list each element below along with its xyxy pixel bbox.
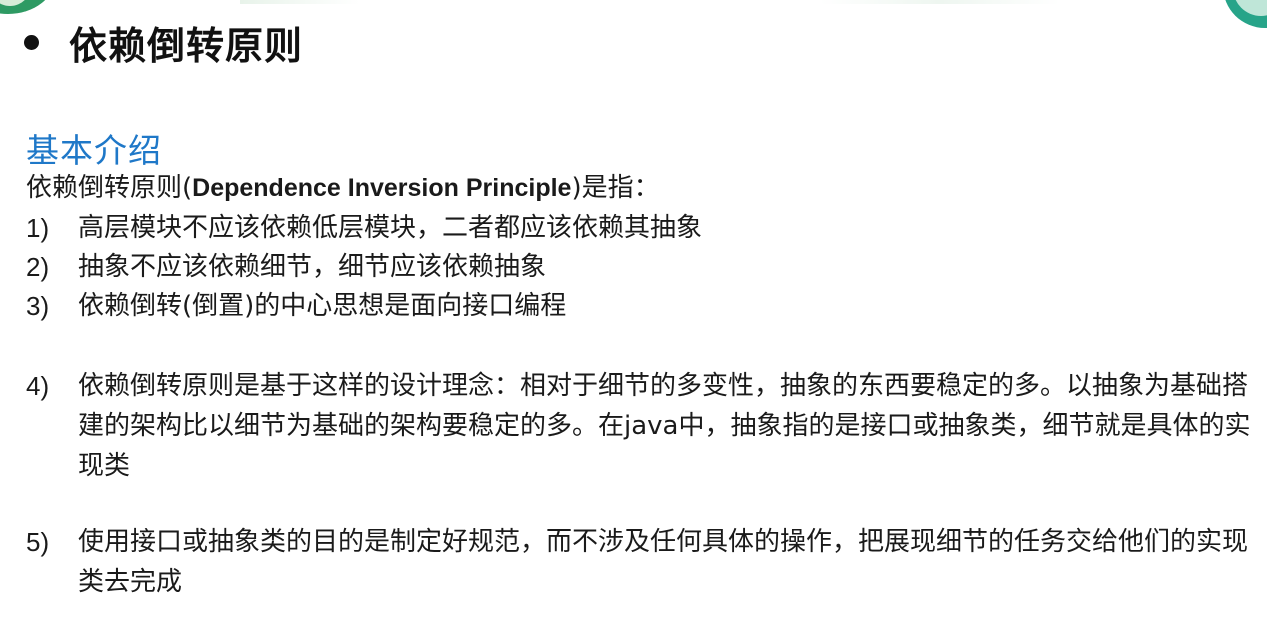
list-item-number: 1) [26, 213, 50, 243]
list-item-text: 使用接口或抽象类的目的是制定好规范，而不涉及任何具体的操作，把展现细节的任务交给… [78, 527, 1249, 597]
list-item: 3) 依赖倒转(倒置)的中心思想是面向接口编程 [26, 286, 1258, 326]
list-item-text: 高层模块不应该依赖低层模块，二者都应该依赖其抽象 [78, 213, 703, 243]
intro-prefix: 依赖倒转原则( [26, 173, 193, 203]
title-row: 依赖倒转原则 [20, 14, 303, 70]
list-item-text: 抽象不应该依赖细节，细节应该依赖抽象 [78, 252, 547, 282]
list-item-number: 4) [26, 371, 50, 401]
intro-suffix: )是指： [571, 173, 660, 203]
list-item-text: 依赖倒转原则是基于这样的设计理念：相对于细节的多变性，抽象的东西要稳定的多。以抽… [78, 371, 1251, 481]
intro-line: 依赖倒转原则(Dependence Inversion Principle)是指… [26, 168, 660, 208]
top-decoration-line [240, 0, 360, 4]
top-decoration-line-right [820, 0, 1060, 4]
list-item-text: 依赖倒转(倒置)的中心思想是面向接口编程 [78, 291, 567, 321]
list-item-number: 3) [26, 291, 50, 321]
section-heading: 基本介绍 [26, 131, 162, 170]
list-item: 5) 使用接口或抽象类的目的是制定好规范，而不涉及任何具体的操作，把展现细节的任… [26, 522, 1258, 602]
list-item: 2) 抽象不应该依赖细节，细节应该依赖抽象 [26, 247, 1258, 287]
slide-title: 依赖倒转原则 [69, 23, 304, 68]
list-item: 4) 依赖倒转原则是基于这样的设计理念：相对于细节的多变性，抽象的东西要稳定的多… [26, 366, 1258, 486]
title-bullet-icon [24, 34, 39, 50]
list-item-number: 5) [26, 527, 50, 557]
list-item-number: 2) [26, 252, 50, 282]
list-item: 1) 高层模块不应该依赖低层模块，二者都应该依赖其抽象 [26, 208, 1258, 248]
intro-english-term: Dependence Inversion Principle [192, 174, 572, 202]
